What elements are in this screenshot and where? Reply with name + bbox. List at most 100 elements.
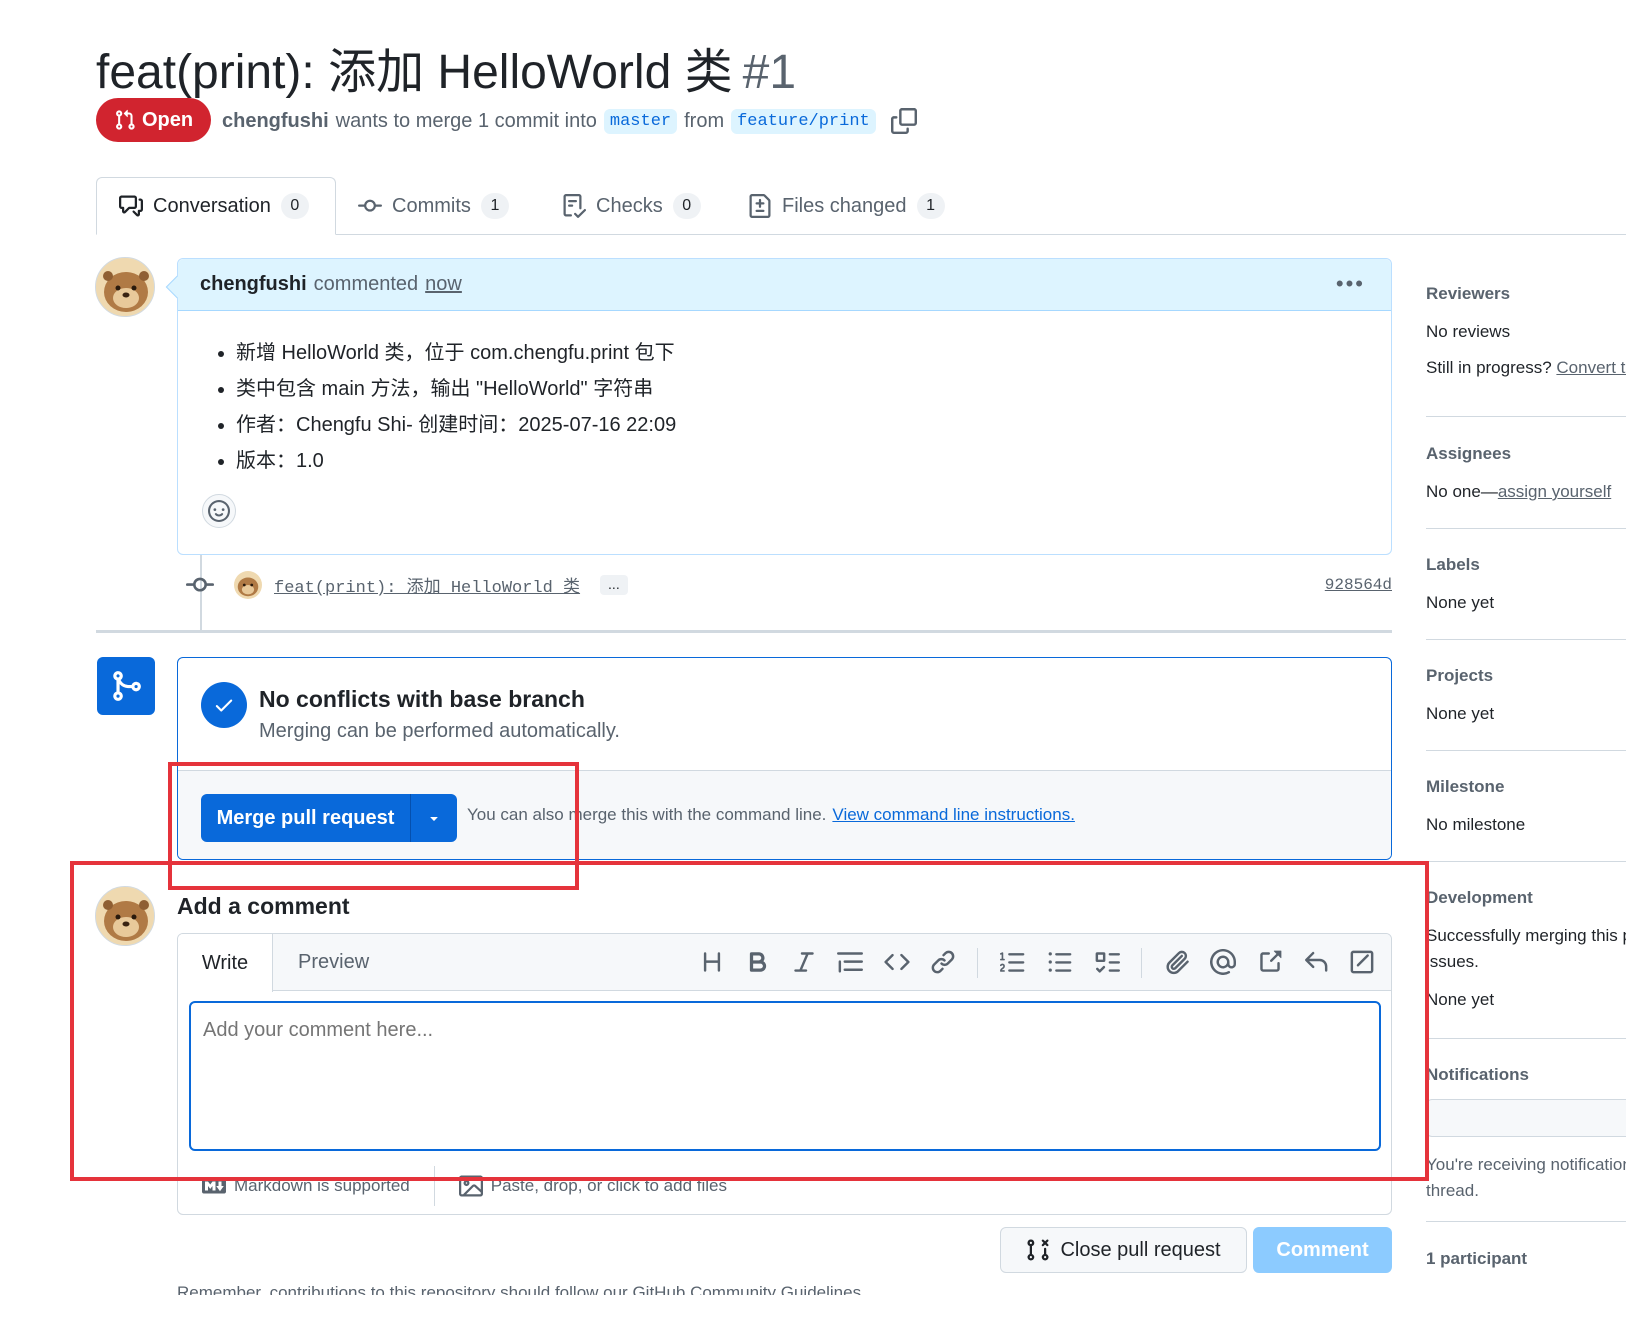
comment-body: 新增 HelloWorld 类，位于 com.chengfu.print 包下 … <box>178 311 1391 479</box>
git-merge-icon <box>113 671 141 701</box>
projects-value: None yet <box>1426 704 1495 723</box>
attach-icon[interactable] <box>1164 949 1190 975</box>
tab-files-changed-label: Files changed <box>782 194 907 217</box>
commit-author-avatar[interactable] <box>234 571 262 599</box>
merge-status-title: No conflicts with base branch <box>259 686 585 712</box>
assignees-heading[interactable]: Assignees <box>1426 444 1626 464</box>
command-line-hint: You can also merge this with the command… <box>467 805 1075 825</box>
draft-question: Still in progress? <box>1426 358 1552 377</box>
comment-header: chengfushi commented now ••• <box>178 259 1391 311</box>
tab-commits-count: 1 <box>480 193 509 219</box>
image-icon <box>458 1175 483 1197</box>
merge-box-icon <box>97 657 155 715</box>
bold-icon[interactable] <box>745 949 771 975</box>
tab-commits[interactable]: Commits 1 <box>358 177 509 235</box>
comment-card: chengfushi commented now ••• 新增 HelloWor… <box>165 258 1392 555</box>
merge-button-label[interactable]: Merge pull request <box>201 794 411 842</box>
tab-preview[interactable]: Preview <box>298 934 369 991</box>
unordered-list-icon[interactable] <box>1047 949 1073 975</box>
sidebar-development[interactable]: Development Successfully merging this pu… <box>1426 888 1626 1010</box>
tab-conversation-count: 0 <box>280 193 309 219</box>
tab-checks-label: Checks <box>596 194 663 217</box>
guidelines-note: Remember, contributions to this reposito… <box>177 1283 866 1295</box>
page-title: feat(print): 添加 HelloWorld 类 #1 <box>96 32 796 102</box>
sidebar-assignees[interactable]: Assignees No one—assign yourself <box>1426 444 1626 502</box>
sidebar-participants: 1 participant <box>1426 1249 1626 1269</box>
kebab-menu-icon[interactable]: ••• <box>1336 271 1365 297</box>
list-item: 类中包含 main 方法，输出 "HelloWorld" 字符串 <box>236 371 1367 407</box>
attach-files-area[interactable]: Paste, drop, or click to add files <box>435 1166 727 1206</box>
merge-pull-request-button[interactable]: Merge pull request <box>201 794 457 842</box>
tab-checks-count: 0 <box>672 193 701 219</box>
milestone-heading[interactable]: Milestone <box>1426 777 1626 797</box>
tab-conversation-label: Conversation <box>153 194 271 217</box>
ordered-list-icon[interactable] <box>1000 949 1026 975</box>
comment-author-link[interactable]: chengfushi <box>200 273 307 296</box>
base-branch-link[interactable]: master <box>603 108 678 134</box>
heading-icon[interactable] <box>699 949 725 975</box>
labels-value: None yet <box>1426 593 1495 612</box>
tab-conversation[interactable]: Conversation 0 <box>96 177 336 235</box>
reviewers-heading[interactable]: Reviewers <box>1426 284 1626 304</box>
sidebar-reviewers[interactable]: Reviewers No reviews Still in progress? … <box>1426 284 1626 378</box>
commit-expand-button[interactable]: ... <box>600 575 628 595</box>
add-reaction-button[interactable] <box>202 494 236 528</box>
convert-to-draft-link[interactable]: Convert to draft <box>1556 358 1626 377</box>
reviewers-value: No reviews <box>1426 322 1511 341</box>
commit-message-link[interactable]: feat(print): 添加 HelloWorld 类 <box>274 572 580 598</box>
projects-heading[interactable]: Projects <box>1426 666 1626 686</box>
italic-icon[interactable] <box>791 949 817 975</box>
close-pull-request-label: Close pull request <box>1060 1238 1221 1261</box>
comment-action: commented <box>313 273 419 295</box>
comment-submit-button[interactable]: Comment <box>1253 1227 1392 1273</box>
development-value: None yet <box>1426 990 1495 1009</box>
code-icon[interactable] <box>884 949 910 975</box>
quote-icon[interactable] <box>837 949 863 975</box>
comment-editor: Write Preview Markdown is supported Past… <box>177 933 1392 1215</box>
state-label: Open <box>141 108 194 131</box>
sidebar-milestone[interactable]: Milestone No milestone <box>1426 777 1626 835</box>
assign-yourself-link[interactable]: assign yourself <box>1498 482 1611 501</box>
link-icon[interactable] <box>930 949 956 975</box>
markdown-note-text: Markdown is supported <box>234 1176 410 1195</box>
markdown-note[interactable]: Markdown is supported <box>178 1166 435 1206</box>
mention-icon[interactable] <box>1210 949 1236 975</box>
reference-icon[interactable] <box>1257 949 1283 975</box>
avatar-chengfushi[interactable] <box>95 257 155 317</box>
development-heading[interactable]: Development <box>1426 888 1626 908</box>
comment-textarea[interactable] <box>189 1001 1381 1151</box>
avatar-current-user[interactable] <box>95 886 155 946</box>
tab-files-changed[interactable]: Files changed 1 <box>748 177 945 235</box>
list-item: 作者：Chengfu Shi- 创建时间：2025-07-16 22:09 <box>236 407 1367 443</box>
close-pull-request-button[interactable]: Close pull request <box>1000 1227 1247 1273</box>
editor-header: Write Preview <box>178 934 1391 992</box>
comment-timestamp[interactable]: now <box>425 273 462 296</box>
list-item: 版本：1.0 <box>236 443 1367 479</box>
timeline-divider <box>96 630 1392 633</box>
tab-files-changed-count: 1 <box>916 193 945 219</box>
pr-author-link[interactable]: chengfushi <box>222 110 329 133</box>
pr-title-text: feat(print): 添加 HelloWorld 类 <box>96 46 733 99</box>
git-pull-request-closed-icon <box>1027 1239 1049 1261</box>
task-list-icon[interactable] <box>1094 949 1120 975</box>
commit-sha-link[interactable]: 928564d <box>1325 576 1392 594</box>
view-command-line-link[interactable]: View command line instructions. <box>832 805 1075 824</box>
sidebar-labels[interactable]: Labels None yet <box>1426 555 1626 613</box>
copy-icon[interactable] <box>890 108 917 134</box>
sidebar: Reviewers No reviews Still in progress? … <box>1426 258 1626 1298</box>
subscribe-button[interactable] <box>1426 1099 1626 1137</box>
tab-commits-label: Commits <box>392 194 471 217</box>
editor-footer: Markdown is supported Paste, drop, or cl… <box>178 1158 1391 1214</box>
development-text-cont: issues. <box>1426 952 1479 971</box>
triangle-down-icon <box>430 817 438 821</box>
labels-heading[interactable]: Labels <box>1426 555 1626 575</box>
reply-icon[interactable] <box>1303 949 1329 975</box>
fullscreen-icon[interactable] <box>1349 949 1375 975</box>
tab-write[interactable]: Write <box>178 934 273 992</box>
tab-checks[interactable]: Checks 0 <box>562 177 701 235</box>
merge-text: wants to merge 1 commit into <box>335 109 597 132</box>
head-branch-link[interactable]: feature/print <box>731 108 876 134</box>
merge-method-dropdown[interactable] <box>411 794 457 842</box>
sidebar-projects[interactable]: Projects None yet <box>1426 666 1626 724</box>
from-text: from <box>684 109 725 132</box>
